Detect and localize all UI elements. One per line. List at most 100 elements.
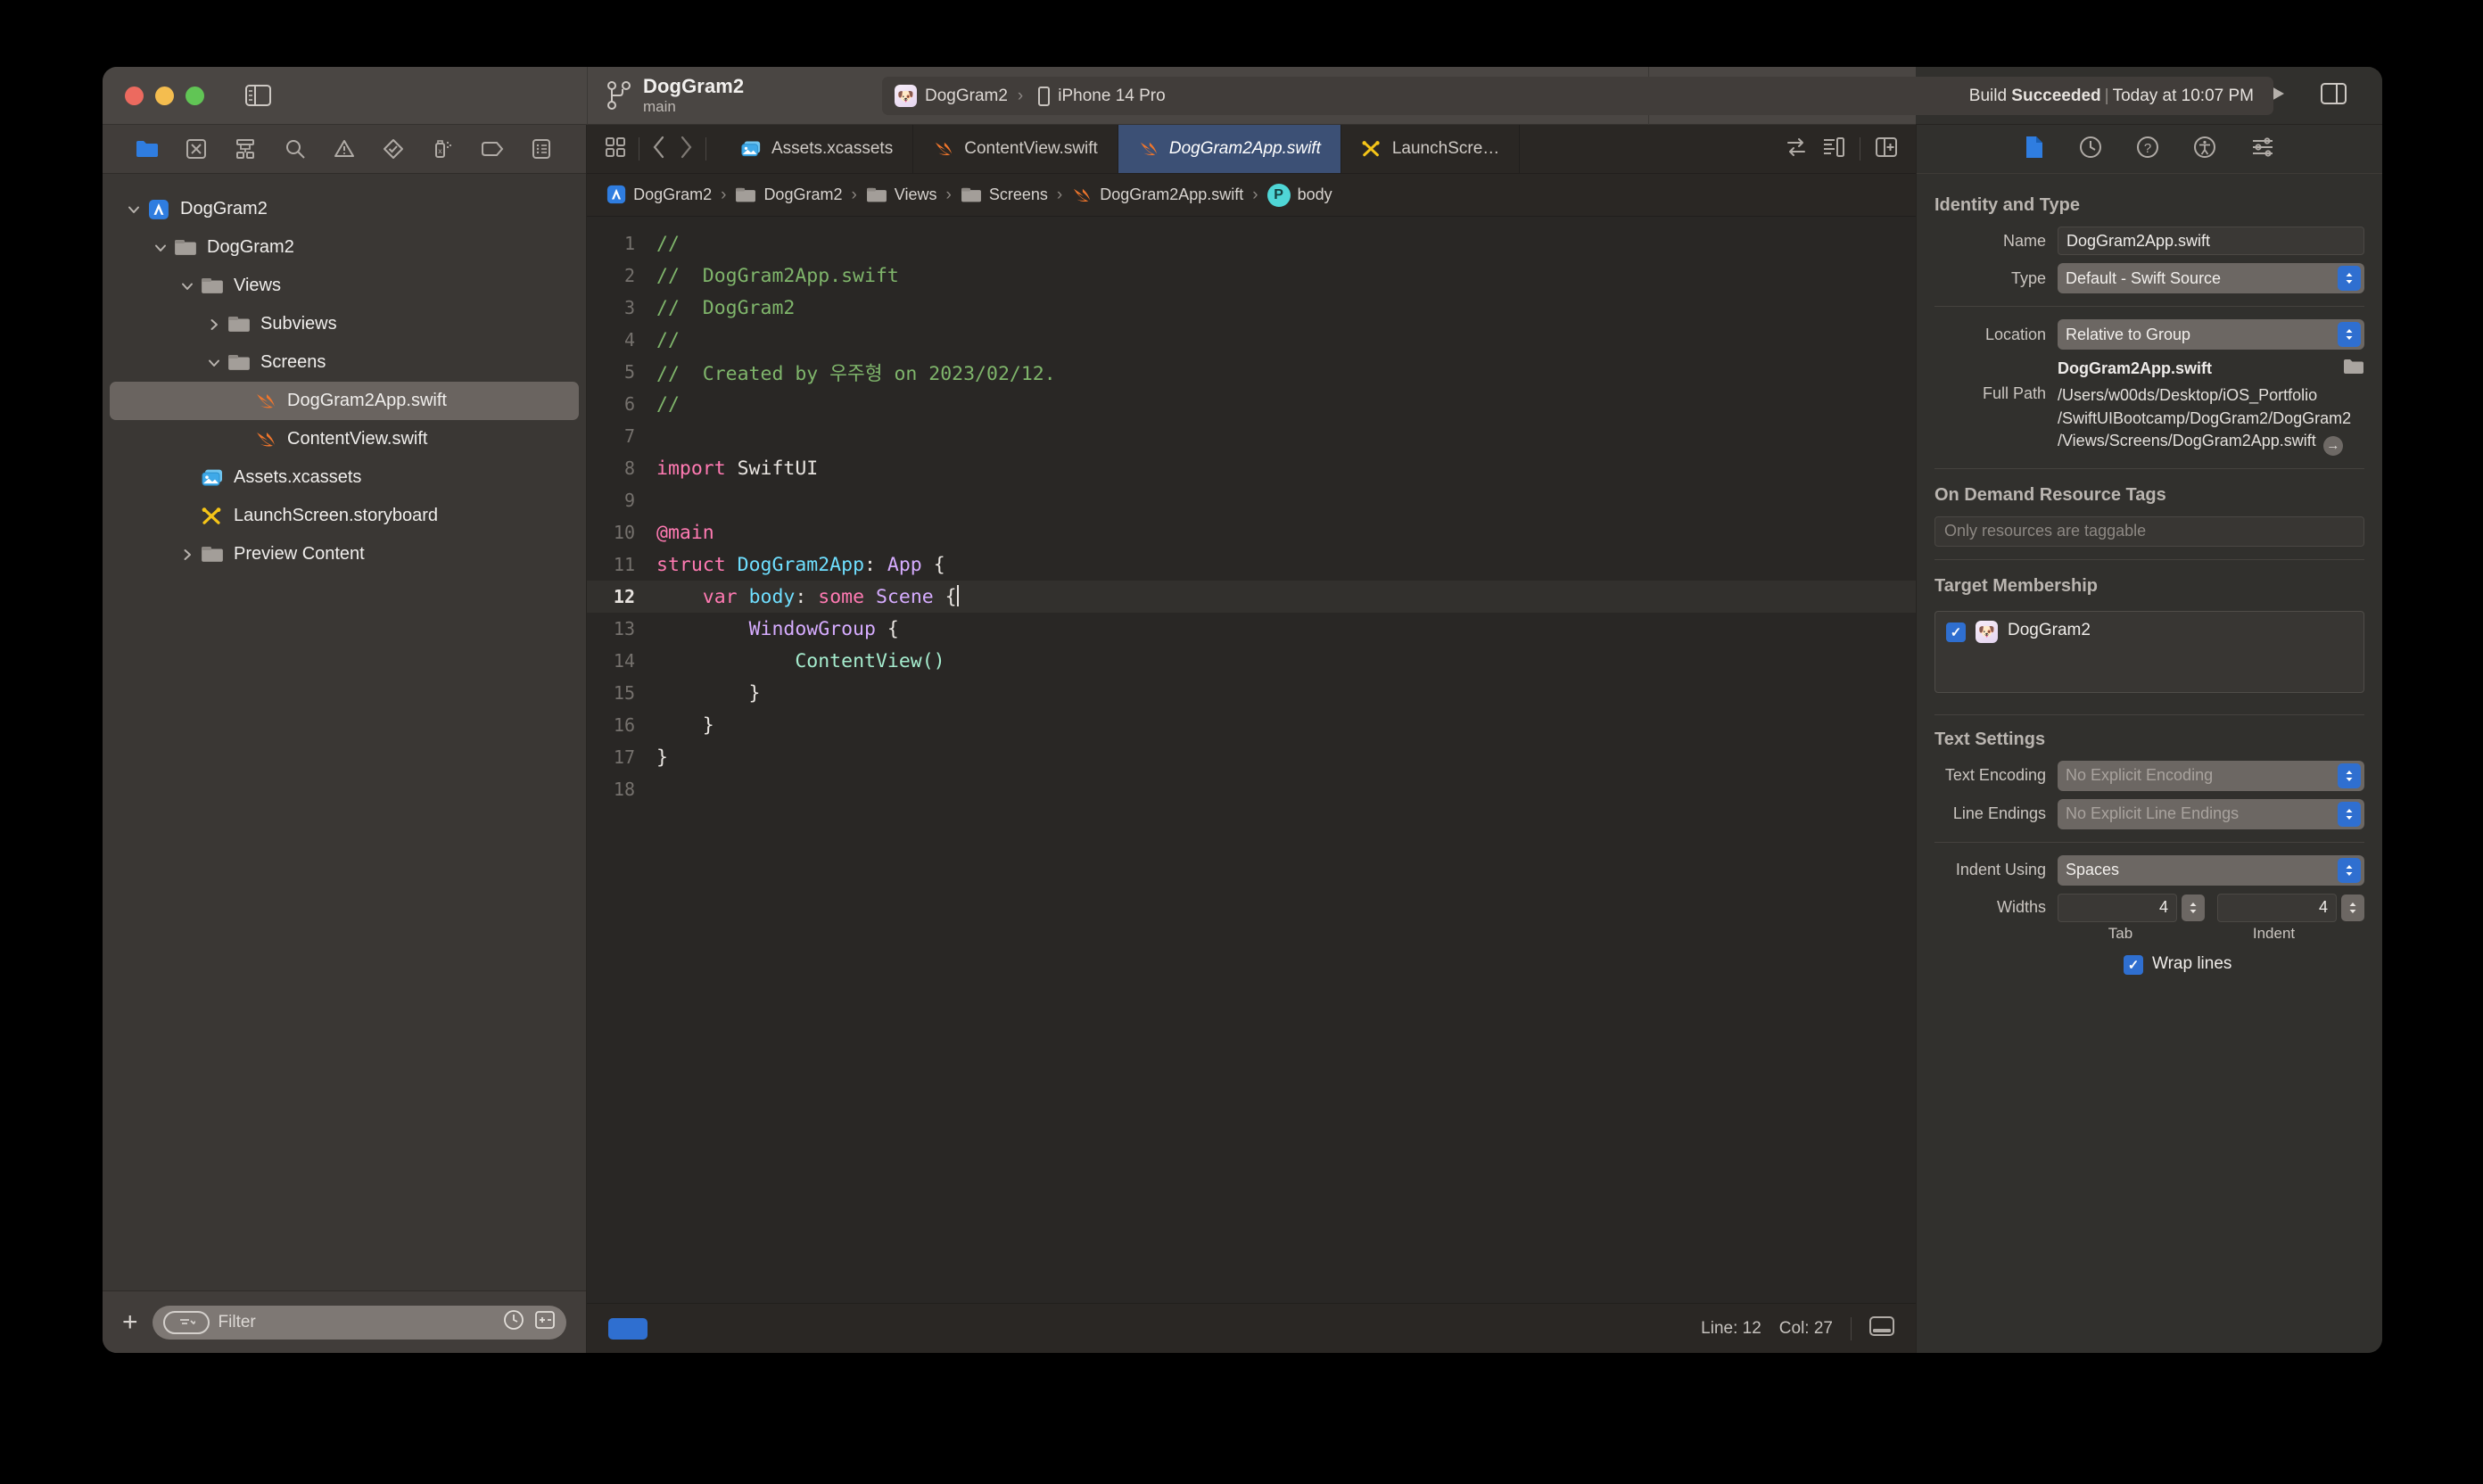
debug-area-toggle-icon[interactable] bbox=[1869, 1316, 1894, 1340]
breadcrumb-item-doggram2[interactable]: DogGram2 bbox=[735, 186, 842, 204]
code-line[interactable]: 5 // Created by 우주형 on 2023/02/12. bbox=[587, 356, 1916, 388]
history-inspector-icon[interactable] bbox=[2079, 136, 2102, 163]
code-line[interactable]: 12 var body: some Scene { bbox=[587, 581, 1916, 613]
code-line[interactable]: 4 // bbox=[587, 324, 1916, 356]
editor-tab-launchscre-[interactable]: LaunchScre… bbox=[1341, 125, 1521, 173]
code-line[interactable]: 17} bbox=[587, 741, 1916, 773]
editor-tab-assets-xcassets[interactable]: Assets.xcassets bbox=[721, 125, 914, 173]
folder-project-navigator-icon[interactable] bbox=[134, 136, 161, 162]
tree-item-assets-xcassets[interactable]: Assets.xcassets bbox=[110, 458, 579, 497]
breakpoint-navigator-icon[interactable] bbox=[479, 136, 506, 162]
filter-options-icon[interactable] bbox=[162, 1310, 210, 1334]
location-popup[interactable]: Relative to Group bbox=[2058, 319, 2364, 350]
run-destination[interactable]: iPhone 14 Pro bbox=[1058, 87, 1165, 106]
odr-tags-field[interactable]: Only resources are taggable bbox=[1934, 515, 2364, 547]
chevron-down-icon[interactable] bbox=[202, 356, 226, 370]
type-popup[interactable]: Default - Swift Source bbox=[2058, 263, 2364, 293]
chevron-updown-icon[interactable] bbox=[2338, 763, 2361, 788]
minimize-window-button[interactable] bbox=[155, 86, 174, 105]
chevron-updown-icon[interactable] bbox=[2338, 857, 2361, 883]
source-control-navigator-icon[interactable] bbox=[183, 136, 210, 162]
add-file-button[interactable]: + bbox=[122, 1308, 138, 1336]
code-line[interactable]: 1 // bbox=[587, 227, 1916, 260]
target-checkbox[interactable]: ✓ bbox=[1946, 622, 1966, 642]
symbol-navigator-icon[interactable] bbox=[232, 136, 259, 162]
filter-input[interactable]: Filter bbox=[152, 1305, 566, 1340]
breadcrumb-item-screens[interactable]: Screens bbox=[961, 186, 1048, 204]
test-navigator-icon[interactable] bbox=[380, 136, 407, 162]
code-line[interactable]: 10 @main bbox=[587, 516, 1916, 548]
sidebar-left-icon[interactable] bbox=[245, 85, 271, 106]
grid-editor-options-icon[interactable] bbox=[605, 136, 626, 162]
code-editor[interactable]: 1 // 2 // DogGram2App.swift 3 // DogGram2 4 // 5… bbox=[587, 217, 1916, 1303]
chevron-down-icon[interactable] bbox=[176, 279, 199, 293]
code-line[interactable]: 11 struct DogGram2App: App { bbox=[587, 548, 1916, 581]
report-navigator-icon[interactable] bbox=[528, 136, 555, 162]
file-inspector-icon[interactable] bbox=[2024, 135, 2045, 164]
tab-width-stepper[interactable] bbox=[2182, 894, 2205, 921]
code-line[interactable]: 3 // DogGram2 bbox=[587, 292, 1916, 324]
name-field[interactable]: DogGram2App.swift bbox=[2058, 227, 2364, 255]
tree-item-subviews[interactable]: Subviews bbox=[110, 305, 579, 343]
tab-width-field[interactable]: 4 bbox=[2058, 893, 2177, 922]
sidebar-right-icon[interactable] bbox=[2321, 82, 2347, 109]
tree-item-doggram2[interactable]: DogGram2 bbox=[110, 228, 579, 267]
accessibility-inspector-icon[interactable] bbox=[2193, 136, 2216, 163]
tree-item-launchscreen-storyboard[interactable]: LaunchScreen.storyboard bbox=[110, 497, 579, 535]
quick-help-inspector-icon[interactable]: ? bbox=[2136, 136, 2159, 163]
indent-using-popup[interactable]: Spaces bbox=[2058, 854, 2364, 886]
code-line[interactable]: 2 // DogGram2App.swift bbox=[587, 260, 1916, 292]
line-endings-popup[interactable]: No Explicit Line Endings bbox=[2058, 798, 2364, 829]
tree-item-doggram2app-swift[interactable]: DogGram2App.swift bbox=[110, 382, 579, 420]
source-control-branch-icon[interactable] bbox=[607, 80, 631, 111]
breadcrumb-item-views[interactable]: Views bbox=[866, 186, 937, 204]
minimap-toggle-icon[interactable] bbox=[1822, 136, 1845, 162]
editor-tab-contentview-swift[interactable]: ContentView.swift bbox=[913, 125, 1118, 173]
attributes-inspector-icon[interactable] bbox=[2250, 136, 2275, 162]
indent-width-stepper[interactable] bbox=[2341, 894, 2364, 921]
show-modified-icon[interactable] bbox=[534, 1309, 556, 1335]
chevron-right-icon[interactable] bbox=[202, 317, 226, 332]
reveal-in-finder-icon[interactable]: → bbox=[2322, 435, 2343, 456]
breadcrumb-item-doggram2app-swift[interactable]: DogGram2App.swift bbox=[1071, 186, 1243, 204]
wrap-lines-row[interactable]: ✓ Wrap lines bbox=[1917, 953, 2382, 975]
code-line[interactable]: 14 ContentView() bbox=[587, 645, 1916, 677]
chevron-updown-icon[interactable] bbox=[2338, 266, 2361, 291]
breadcrumb-item-body[interactable]: Pbody bbox=[1266, 183, 1332, 207]
add-editor-icon[interactable] bbox=[1875, 136, 1898, 162]
choose-folder-icon[interactable] bbox=[2343, 358, 2364, 379]
chevron-right-icon[interactable] bbox=[176, 548, 199, 562]
back-chevron-icon[interactable] bbox=[652, 136, 666, 163]
tree-item-screens[interactable]: Screens bbox=[110, 343, 579, 382]
tree-item-doggram2[interactable]: DogGram2 bbox=[110, 190, 579, 228]
code-line[interactable]: 18 bbox=[587, 773, 1916, 805]
code-review-toggle-icon[interactable] bbox=[1785, 136, 1808, 162]
tree-item-preview-content[interactable]: Preview Content bbox=[110, 535, 579, 573]
forward-chevron-icon[interactable] bbox=[679, 136, 693, 163]
chevron-updown-icon[interactable] bbox=[2338, 801, 2361, 827]
tree-item-contentview-swift[interactable]: ContentView.swift bbox=[110, 420, 579, 458]
breadcrumb[interactable]: DogGram2 › DogGram2 › Views › Screens › DogGram2… bbox=[587, 174, 1916, 217]
tree-item-views[interactable]: Views bbox=[110, 267, 579, 305]
build-status[interactable]: Build Succeeded | Today at 10:07 PM bbox=[1969, 87, 2261, 106]
editor-tab-doggram2app-swift[interactable]: DogGram2App.swift bbox=[1118, 125, 1341, 173]
code-line[interactable]: 8 import SwiftUI bbox=[587, 452, 1916, 484]
code-line[interactable]: 15 } bbox=[587, 677, 1916, 709]
chevron-updown-icon[interactable] bbox=[2338, 322, 2361, 347]
chevron-down-icon[interactable] bbox=[122, 202, 145, 217]
code-line[interactable]: 6 // bbox=[587, 388, 1916, 420]
chevron-down-icon[interactable] bbox=[149, 241, 172, 255]
find-navigator-icon[interactable] bbox=[282, 136, 309, 162]
close-window-button[interactable] bbox=[125, 86, 144, 105]
indent-width-field[interactable]: 4 bbox=[2217, 893, 2337, 922]
code-line[interactable]: 13 WindowGroup { bbox=[587, 613, 1916, 645]
scheme-name[interactable]: DogGram2 bbox=[925, 87, 1008, 106]
wrap-lines-checkbox[interactable]: ✓ bbox=[2124, 954, 2143, 975]
encoding-popup[interactable]: No Explicit Encoding bbox=[2058, 760, 2364, 791]
target-membership-list[interactable]: ✓ 🐶 DogGram2 bbox=[1934, 610, 2364, 693]
issue-navigator-icon[interactable] bbox=[331, 136, 358, 162]
code-line[interactable]: 7 bbox=[587, 420, 1916, 452]
project-file-tree[interactable]: DogGram2 DogGram2 Views Subviews Screens DogG… bbox=[103, 174, 586, 1290]
debug-navigator-icon[interactable]: x bbox=[430, 136, 457, 162]
code-line[interactable]: 16 } bbox=[587, 709, 1916, 741]
